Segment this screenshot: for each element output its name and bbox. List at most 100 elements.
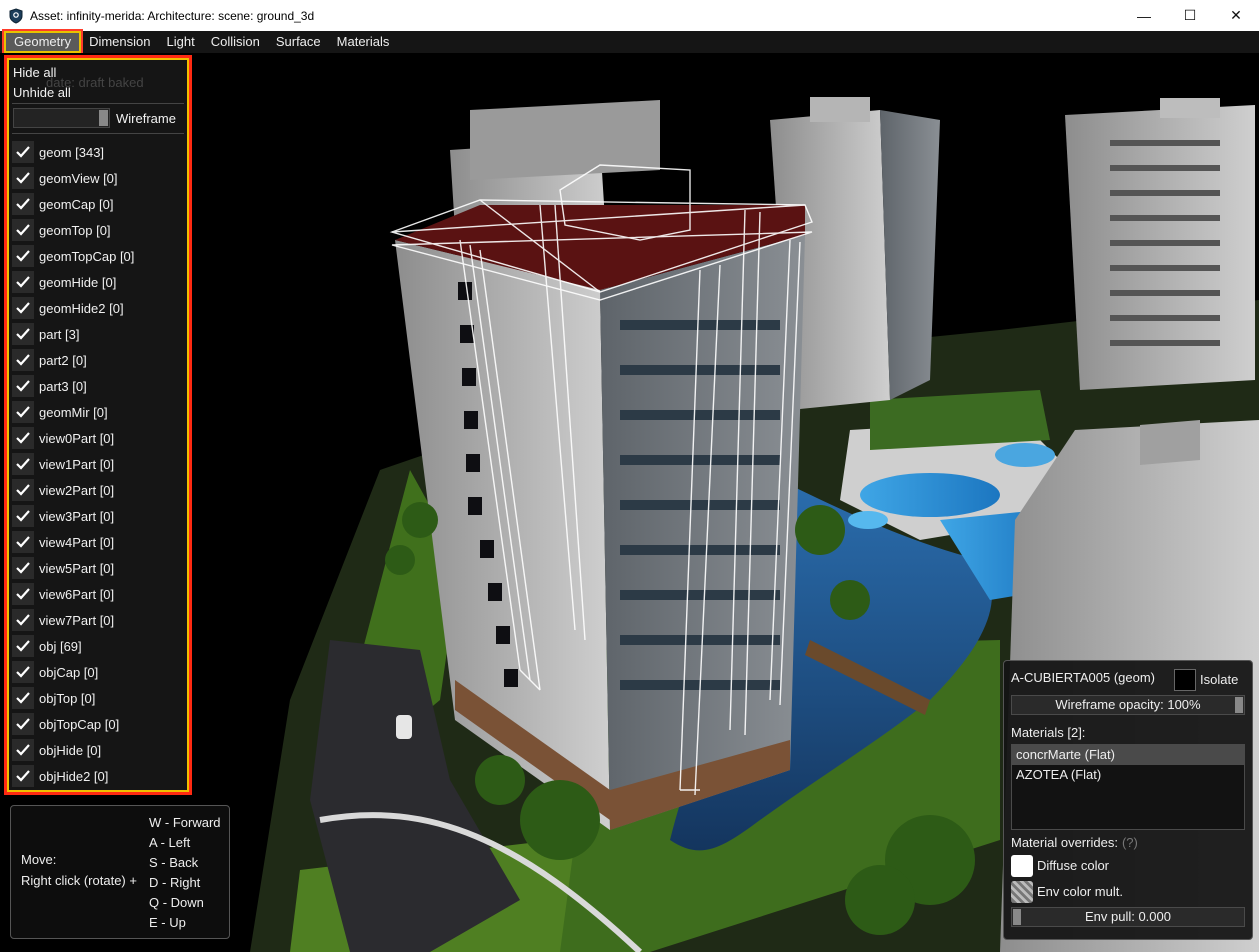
layer-checkbox[interactable] [12, 687, 34, 709]
material-item[interactable]: concrMarte (Flat) [1012, 745, 1244, 765]
layer-row[interactable]: geomTop [0] [12, 219, 111, 241]
layer-row[interactable]: objCap [0] [12, 661, 98, 683]
material-item[interactable]: AZOTEA (Flat) [1012, 765, 1244, 785]
layer-checkbox[interactable] [12, 193, 34, 215]
menu-geometry[interactable]: Geometry [1, 29, 84, 55]
menu-materials[interactable]: Materials [329, 31, 398, 53]
key-bindings: W - Forward A - Left S - Back D - Right … [149, 813, 221, 933]
layer-row[interactable]: view3Part [0] [12, 505, 114, 527]
checkmark-icon [16, 614, 30, 626]
layer-checkbox[interactable] [12, 297, 34, 319]
layer-checkbox[interactable] [12, 167, 34, 189]
checkmark-icon [16, 172, 30, 184]
layer-row[interactable]: obj [69] [12, 635, 82, 657]
checkmark-icon [16, 536, 30, 548]
layer-checkbox[interactable] [12, 479, 34, 501]
layer-checkbox[interactable] [12, 245, 34, 267]
slider-handle[interactable] [99, 110, 108, 126]
layer-row[interactable]: view4Part [0] [12, 531, 114, 553]
layer-row[interactable]: part2 [0] [12, 349, 87, 371]
layer-checkbox[interactable] [12, 713, 34, 735]
layer-checkbox[interactable] [12, 219, 34, 241]
layer-row[interactable]: view5Part [0] [12, 557, 114, 579]
layer-row[interactable]: objTopCap [0] [12, 713, 119, 735]
layer-checkbox[interactable] [12, 661, 34, 683]
layer-checkbox[interactable] [12, 453, 34, 475]
key-up: E - Up [149, 915, 186, 930]
menu-collision[interactable]: Collision [203, 31, 268, 53]
slider-handle[interactable] [1013, 909, 1021, 925]
env-color-label: Env color mult. [1037, 884, 1123, 899]
layer-checkbox[interactable] [12, 401, 34, 423]
layer-row[interactable]: view1Part [0] [12, 453, 114, 475]
layer-checkbox[interactable] [12, 635, 34, 657]
layer-checkbox[interactable] [12, 765, 34, 787]
layer-label: part3 [0] [39, 378, 87, 394]
layer-label: objTopCap [0] [39, 716, 120, 732]
layer-row[interactable]: geomTopCap [0] [12, 245, 134, 267]
isolate-checkbox[interactable] [1174, 669, 1196, 691]
layer-checkbox[interactable] [12, 427, 34, 449]
maximize-button[interactable]: ☐ [1167, 0, 1213, 31]
layer-checkbox[interactable] [12, 531, 34, 553]
layer-row[interactable]: geom [343] [12, 141, 104, 163]
checkmark-icon [16, 666, 30, 678]
layer-checkbox[interactable] [12, 505, 34, 527]
hide-all-button[interactable]: Hide all [13, 65, 56, 80]
layer-row[interactable]: view0Part [0] [12, 427, 114, 449]
layer-row[interactable]: view2Part [0] [12, 479, 114, 501]
layer-checkbox[interactable] [12, 739, 34, 761]
layer-row[interactable]: view7Part [0] [12, 609, 114, 631]
slider-handle[interactable] [1235, 697, 1243, 713]
wireframe-slider[interactable] [13, 108, 110, 128]
checkmark-icon [16, 198, 30, 210]
key-right: D - Right [149, 875, 201, 890]
layer-row[interactable]: part [3] [12, 323, 79, 345]
menu-dimension[interactable]: Dimension [81, 31, 158, 53]
layer-row[interactable]: part3 [0] [12, 375, 87, 397]
layer-label: geomMir [0] [39, 404, 108, 420]
close-button[interactable]: ✕ [1213, 0, 1259, 31]
layer-row[interactable]: geomHide [0] [12, 271, 116, 293]
layer-label: view5Part [0] [39, 560, 115, 576]
layer-label: view6Part [0] [39, 586, 115, 602]
layer-label: view0Part [0] [39, 430, 115, 446]
layer-checkbox[interactable] [12, 375, 34, 397]
menu-surface[interactable]: Surface [268, 31, 329, 53]
minimize-button[interactable]: — [1121, 0, 1167, 31]
checkmark-icon [16, 640, 30, 652]
layer-row[interactable]: geomHide2 [0] [12, 297, 124, 319]
wireframe-opacity-slider[interactable]: Wireframe opacity: 100% [1011, 695, 1245, 715]
layer-checkbox[interactable] [12, 323, 34, 345]
layer-checkbox[interactable] [12, 609, 34, 631]
unhide-all-button[interactable]: Unhide all [13, 85, 71, 100]
layer-row[interactable]: view6Part [0] [12, 583, 114, 605]
menu-light[interactable]: Light [159, 31, 203, 53]
checkmark-icon [16, 224, 30, 236]
layer-label: geomCap [0] [39, 196, 114, 212]
layer-label: geomHide2 [0] [39, 300, 124, 316]
layer-checkbox[interactable] [12, 557, 34, 579]
layer-label: obj [69] [39, 638, 82, 654]
checkmark-icon [16, 692, 30, 704]
key-down: Q - Down [149, 895, 204, 910]
title-bar: Asset: infinity-merida: Architecture: sc… [0, 0, 1259, 31]
env-color-swatch[interactable] [1011, 881, 1033, 903]
help-marker[interactable]: (?) [1122, 835, 1138, 850]
layer-checkbox[interactable] [12, 141, 34, 163]
layer-row[interactable]: objHide [0] [12, 739, 101, 761]
layer-label: view2Part [0] [39, 482, 115, 498]
layer-row[interactable]: geomCap [0] [12, 193, 113, 215]
checkmark-icon [16, 354, 30, 366]
layer-row[interactable]: objHide2 [0] [12, 765, 108, 787]
layer-label: geomTop [0] [39, 222, 111, 238]
layer-row[interactable]: objTop [0] [12, 687, 95, 709]
checkmark-icon [16, 744, 30, 756]
diffuse-color-swatch[interactable] [1011, 855, 1033, 877]
layer-checkbox[interactable] [12, 583, 34, 605]
layer-checkbox[interactable] [12, 349, 34, 371]
layer-row[interactable]: geomView [0] [12, 167, 118, 189]
layer-checkbox[interactable] [12, 271, 34, 293]
env-pull-slider[interactable]: Env pull: 0.000 [1011, 907, 1245, 927]
layer-row[interactable]: geomMir [0] [12, 401, 108, 423]
